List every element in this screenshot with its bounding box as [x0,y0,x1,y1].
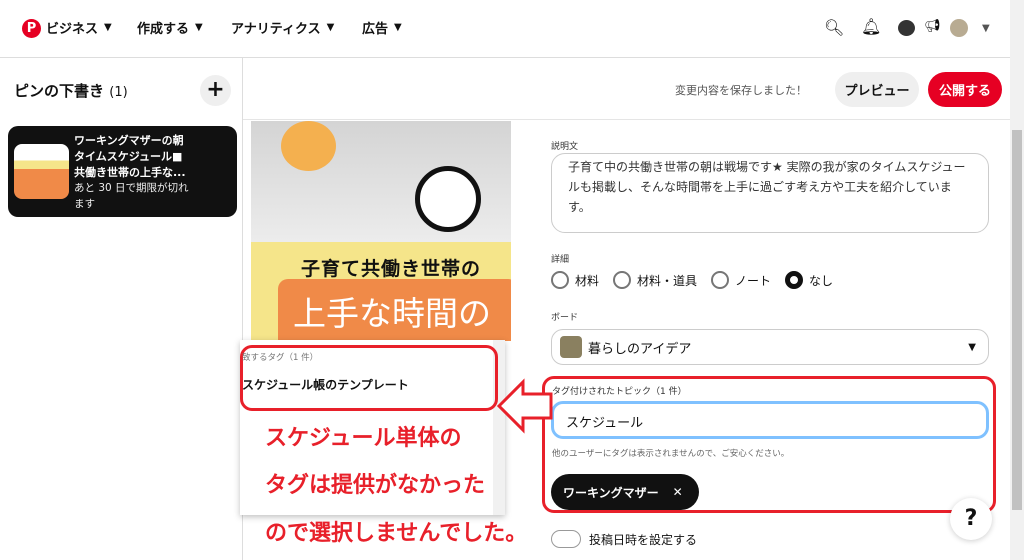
draft-title: ワーキングマザーの朝タイムスケジュール■共働き世帯の上手な... [74,134,186,179]
annotation-line-3: ので選択しませんでした。 [265,521,528,546]
search-icon[interactable]: 🔍︎ [824,18,844,37]
annotation-arrow [496,378,553,434]
nav-create[interactable]: 作成する ▼ [137,18,203,37]
nav-label: 広告 [362,22,389,37]
board-label: ボード [551,313,579,323]
radio-circle [785,271,804,289]
suggestion-header: 致するタグ（1 件） [242,353,319,363]
board-select[interactable]: 暮らしのアイデア ▼ [551,329,989,365]
schedule-label: 投稿日時を設定する [589,532,698,547]
radio-materials-tools[interactable]: 材料・道具 [613,271,697,289]
radio-label: 材料・道具 [637,273,698,288]
bell-icon[interactable]: 🔔︎ [861,17,881,36]
nav-analytics[interactable]: アナリティクス ▼ [231,18,334,37]
board-value: 暮らしのアイデア [588,341,692,357]
drafts-sidebar: ピンの下書き (1) + ワーキングマザーの朝タイムスケジュール■共働き世帯の上… [0,58,243,560]
tags-hint: 他のユーザーにタグは表示されませんので、ご安心ください。 [552,449,790,459]
preview-button[interactable]: プレビュー [835,72,919,107]
radio-circle [613,271,632,289]
radio-label: 材料 [575,273,600,288]
radio-circle [551,271,569,289]
radio-label: ノート [735,273,772,288]
close-icon[interactable]: ✕ [673,485,683,499]
pin-text-1: 子育て共働き世帯の [301,258,482,280]
tag-chip[interactable]: ワーキングマザー ✕ [551,474,699,510]
description-label: 説明文 [551,142,579,152]
publish-button[interactable]: 公開する [928,72,1002,107]
megaphone-icon[interactable]: 📢︎ [924,19,941,34]
tag-search-input[interactable]: スケジュール [551,401,989,439]
page-scrollbar[interactable] [1010,0,1024,560]
nav-business[interactable]: ビジネス ▼ [46,18,112,37]
board-thumbnail [560,336,582,358]
chevron-down-icon: ▼ [394,22,402,33]
sun-graphic [281,121,336,171]
scrollbar-thumb[interactable] [1012,130,1022,510]
radio-note[interactable]: ノート [711,271,771,289]
nav-label: アナリティクス [231,22,321,37]
sidebar-title: ピンの下書き [14,82,105,100]
pinterest-logo[interactable]: P [22,19,41,38]
nav-ads[interactable]: 広告 ▼ [362,18,402,37]
chevron-down-icon[interactable]: ▼ [982,23,990,34]
add-draft-button[interactable]: + [200,75,231,106]
schedule-toggle-row: 投稿日時を設定する [551,530,697,548]
nav-label: 作成する [137,22,190,37]
draft-count: (1) [109,85,128,100]
radio-none[interactable]: なし [785,271,833,289]
chat-icon[interactable] [898,20,915,36]
suggestion-item[interactable]: スケジュール帳のテンプレート [242,376,409,393]
chevron-down-icon: ▼ [326,22,335,33]
annotation-line-2: タグは提供がなかった [265,473,486,498]
save-status: 変更内容を保存しました！ [675,84,807,97]
tags-label: タグ付けされたトピック（1 件） [552,387,687,397]
radio-label: なし [809,273,834,288]
description-textarea[interactable]: 子育て中の共働き世帯の朝は戦場です★ 実際の我が家のタイムスケジュールも掲載し、… [551,153,989,233]
chevron-down-icon: ▼ [195,22,203,33]
pin-image[interactable]: 子育て共働き世帯の 上手な時間の [251,121,511,341]
draft-card[interactable]: ワーキングマザーの朝タイムスケジュール■共働き世帯の上手な... あと 30 日… [8,126,237,217]
avatar[interactable] [950,19,968,37]
schedule-toggle[interactable] [551,530,581,548]
draft-thumbnail [14,144,69,199]
draft-expiry: あと 30 日で期限が切れます [74,182,189,210]
chevron-down-icon: ▼ [968,341,976,353]
annotation-line-1: スケジュール単体の [265,426,462,451]
help-button[interactable]: ? [950,498,992,540]
nav-label: ビジネス [46,22,99,37]
chevron-down-icon: ▼ [104,22,112,33]
radio-materials[interactable]: 材料 [551,271,599,289]
radio-circle [711,271,730,289]
pin-text-2: 上手な時間の [293,294,491,333]
details-label: 詳細 [551,255,570,265]
details-radio-group: 材料 材料・道具 ノート なし [551,271,847,289]
top-nav: P ビジネス ▼ 作成する ▼ アナリティクス ▼ 広告 ▼ 🔍︎ 🔔︎ 📢︎ ▼ [0,0,1010,58]
tag-chip-label: ワーキングマザー [563,485,659,500]
clock-graphic [415,166,481,232]
editor-toolbar: 変更内容を保存しました！ プレビュー 公開する [243,58,1010,120]
